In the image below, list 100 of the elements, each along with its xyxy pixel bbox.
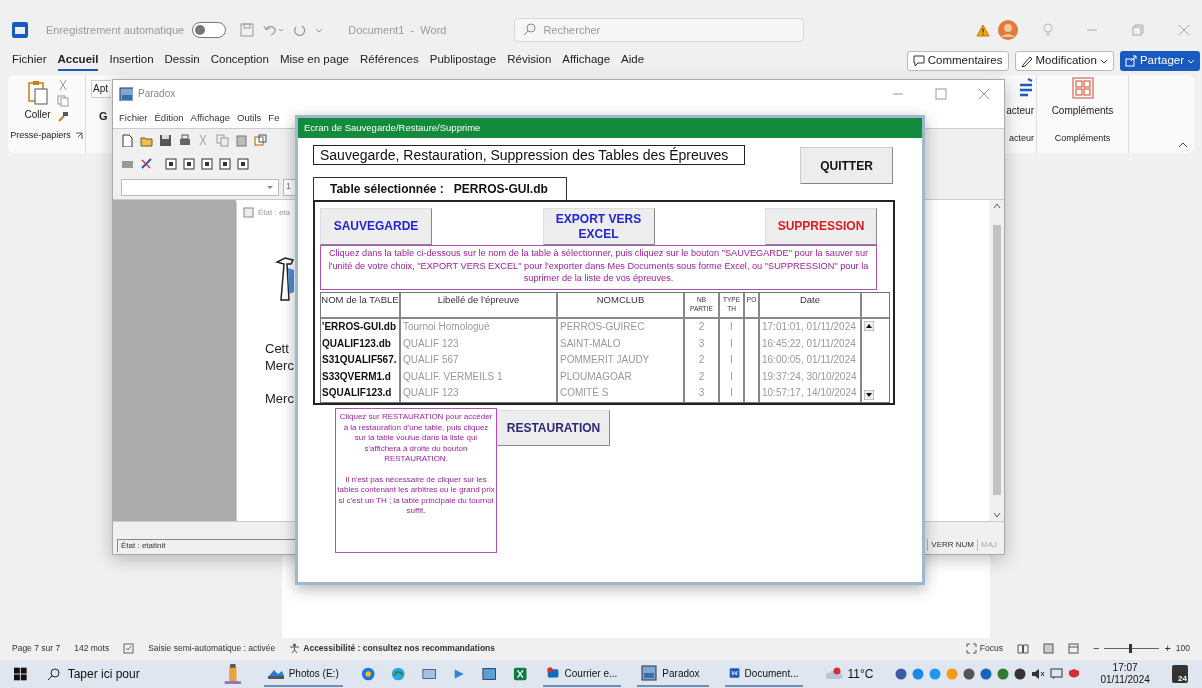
menu-item[interactable]: Fichier [119,110,148,125]
lighthouse-icon[interactable] [222,662,244,686]
collapse-ribbon-icon[interactable] [1178,141,1188,149]
caret-icon [1099,57,1108,65]
browser-icon[interactable] [360,666,376,682]
ribbon-tab[interactable]: Aide [621,50,645,72]
scroll-up-icon[interactable] [864,321,874,331]
picture-icon[interactable] [421,666,437,682]
page-icon[interactable] [237,157,249,170]
page-icon[interactable] [201,157,213,170]
clipboard-icon[interactable] [26,79,49,105]
page-icon[interactable] [183,157,195,170]
read-mode-icon[interactable] [1016,642,1029,654]
taskbar-app-button[interactable]: Paradox [637,661,709,687]
table-scrollbar[interactable] [862,319,876,402]
scroll-down-icon[interactable] [864,389,874,400]
tray-icon[interactable] [980,668,993,680]
tray-icon[interactable] [895,668,908,680]
taskbar-app-button[interactable]: Photos (E:) [263,661,343,687]
paste-icon[interactable] [235,133,248,147]
tray-icon[interactable] [1014,668,1027,680]
ribbon-tab[interactable]: Références [359,50,419,72]
delete-button[interactable]: SUPPRESSION [765,208,877,245]
zoom-slider[interactable] [1104,643,1160,653]
cloud-icon[interactable] [824,667,843,681]
zoom-in-button[interactable]: + [1164,639,1171,657]
menu-item[interactable]: Outils [237,110,262,125]
form-heading: Sauvegarde, Restauration, Suppression des Tables des Épreuves [313,145,745,165]
autosave-toggle[interactable] [192,22,227,38]
menu-item[interactable]: Édition [154,110,184,125]
paintbrush-icon[interactable] [56,111,69,123]
bold-button[interactable]: G [99,108,108,125]
status-text: Page 7 sur 7 [12,641,61,655]
save-icon[interactable] [159,133,172,147]
chat-icon[interactable] [1050,668,1064,680]
ribbon-tab[interactable]: Mise en page [279,50,349,72]
grid-icon[interactable] [1071,77,1094,99]
search-field[interactable]: Rechercher [514,18,805,42]
save-button[interactable]: SAUVEGARDE [320,208,432,245]
table-cell[interactable]: SQUALIF123.d [321,385,401,402]
report-text: Cett [265,339,289,357]
avatar-icon[interactable] [998,20,1018,40]
spreadsheet-icon[interactable] [512,666,528,682]
print-layout-icon[interactable] [1042,642,1054,654]
page-icon[interactable] [165,157,177,170]
ribbon-tab[interactable]: Révision [507,50,552,72]
clock-time: 17:07 [1112,662,1138,674]
restore-button[interactable]: RESTAURATION [497,410,610,446]
dialog-launcher-icon[interactable] [74,131,83,140]
page-icon[interactable] [219,157,231,170]
zoom-out-button[interactable]: − [1092,639,1100,657]
notification-button[interactable]: 24 [1171,665,1188,683]
report-text: Merc [265,389,294,407]
share-button[interactable]: Partager [1119,51,1200,71]
taskbar-app-button[interactable]: Document... [724,661,803,687]
export-button[interactable]: EXPORT VERS EXCEL [542,208,655,245]
web-layout-icon[interactable] [1067,642,1079,654]
window-icon[interactable] [482,666,497,682]
start-icon[interactable] [14,667,27,681]
table-cell[interactable]: S31QUALIF567. [321,352,401,369]
notification-count: 24 [1177,674,1188,683]
redo-icon[interactable] [292,23,307,37]
pen-lines-icon[interactable] [1018,77,1034,99]
ribbon-tab[interactable]: Insertion [109,50,154,72]
close-icon[interactable] [978,87,990,100]
tray-icon[interactable] [963,668,976,680]
font-name-field[interactable]: Apt [91,80,111,98]
taskbar-app-button[interactable]: Courrier e... [543,661,622,687]
comments-button[interactable]: Commentaires [906,51,1009,71]
menu-item[interactable]: Affichage [190,110,231,125]
table-cell[interactable]: S33QVERM1.d [321,368,401,386]
editing-button[interactable]: Modification [1014,51,1114,71]
focus-label[interactable]: Focus [979,641,1003,655]
windows-icon[interactable] [254,133,267,147]
browser-icon[interactable] [391,666,406,682]
ribbon-button-label: acteur [1006,104,1034,118]
print-icon[interactable] [178,133,191,147]
new-file-icon[interactable] [121,133,134,147]
accessibility-icon[interactable] [289,642,301,654]
proofing-icon[interactable] [123,642,135,654]
ribbon-tab[interactable]: Fichier [12,50,47,72]
ribbon-tab[interactable]: Conception [210,50,269,72]
menu-item[interactable]: Fe [268,110,280,125]
ribbon-tab[interactable]: Dessin [164,50,200,72]
status-text: Saisie semi-automatique : activée [148,641,276,655]
slider-thumb[interactable] [1129,643,1133,653]
design-icon[interactable] [140,157,153,171]
undo-icon[interactable] [262,23,285,37]
ribbon-tab[interactable]: Affichage [562,50,611,72]
accessibility-status[interactable]: Accessibilité : consultez nos recommandations [303,641,496,655]
quit-button[interactable]: QUITTER [800,147,893,184]
focus-icon[interactable] [965,642,977,654]
ribbon-tab[interactable]: Accueil [57,50,99,72]
table-cell[interactable]: QUALIF123.db [321,335,401,353]
ribbon-tab[interactable]: Publipostage [429,50,497,72]
speaker-icon[interactable] [1031,668,1046,680]
taskbar-search-field[interactable]: Taper ici pour [46,665,201,683]
warning-icon[interactable] [976,23,990,37]
table-cell[interactable]: 'ERROS-GUI.db [321,319,401,336]
shield-icon[interactable] [1068,668,1081,680]
